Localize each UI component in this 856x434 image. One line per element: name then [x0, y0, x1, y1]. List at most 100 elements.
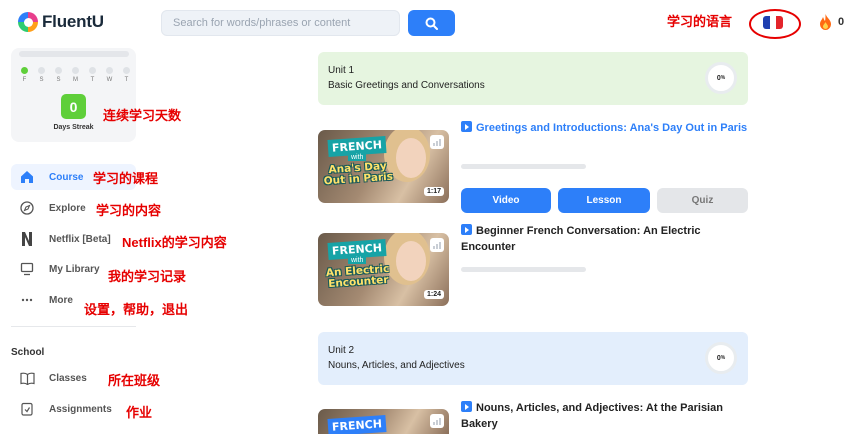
thumbnail-person [396, 241, 426, 281]
streak-dot-active [21, 67, 28, 74]
lesson-progress-bar [461, 164, 586, 169]
fluentu-logo[interactable]: FluentU [18, 12, 104, 32]
video-duration: 1:17 [423, 187, 444, 196]
lesson-title-link[interactable]: Greetings and Introductions: Ana's Day O… [461, 120, 751, 136]
more-dots-icon [19, 292, 35, 308]
thumbnail-person [396, 138, 426, 178]
streak-dot [72, 67, 79, 74]
lesson-progress-bar [461, 267, 586, 272]
home-icon [19, 169, 35, 185]
play-icon [461, 121, 472, 132]
lesson-thumbnail[interactable]: FRENCH with Ana's Day Out in Paris 1:17 [318, 130, 449, 203]
unit-progress-unit: % [720, 355, 726, 361]
unit-number: Unit 1 [328, 65, 355, 76]
video-button[interactable]: Video [461, 188, 551, 213]
quiz-button[interactable]: Quiz [657, 188, 748, 213]
thumbnail-title: An Electric Encounter [325, 262, 390, 291]
streak-dot [38, 67, 45, 74]
nav-item-netflix[interactable]: Netflix [Beta] [11, 226, 136, 252]
difficulty-bars-icon [430, 135, 444, 149]
streak-card: F S S M T W T 0 Days Streak [11, 48, 136, 142]
search-button[interactable] [408, 10, 455, 36]
assignment-icon [19, 401, 35, 417]
lesson-title-link[interactable]: Nouns, Articles, and Adjectives: At the … [461, 400, 751, 432]
school-heading: School [11, 347, 45, 358]
logo-text: FluentU [42, 12, 104, 31]
streak-day: W [106, 67, 113, 83]
annotation-streak: 连续学习天数 [103, 108, 182, 123]
lesson-title-text: Beginner French Conversation: An Electri… [461, 225, 701, 253]
streak-day: M [72, 67, 79, 83]
header-streak[interactable]: 0 [819, 14, 844, 30]
search-box [161, 10, 400, 36]
streak-day: T [89, 67, 96, 83]
thumbnail-title: Ana's Day Out in Paris [323, 160, 394, 188]
annotation-more: 设置，帮助，退出 [84, 302, 189, 317]
annotation-course: 学习的课程 [93, 171, 159, 186]
annotation-library: 我的学习记录 [108, 269, 187, 284]
search-input[interactable] [162, 11, 399, 35]
lesson-thumbnail[interactable]: FRENCH [318, 409, 449, 434]
lesson-title-text: Nouns, Articles, and Adjectives: At the … [461, 402, 723, 430]
annotation-explore: 学习的内容 [96, 203, 162, 218]
nav-item-label: Netflix [Beta] [49, 233, 111, 245]
day-label: T [124, 77, 129, 83]
header-streak-count: 0 [838, 16, 845, 28]
thumbnail-with: with [348, 154, 367, 161]
day-label: W [106, 77, 113, 83]
compass-icon [19, 200, 35, 216]
streak-day: S [55, 67, 62, 83]
play-icon [461, 401, 472, 412]
streak-days: F S S M T W T [21, 67, 130, 83]
unit-card[interactable]: Unit 1 Basic Greetings and Conversations… [318, 52, 748, 105]
sidebar-divider [11, 326, 136, 327]
thumbnail-with: with [348, 257, 367, 264]
lesson-title-link[interactable]: Beginner French Conversation: An Electri… [461, 223, 751, 255]
day-label: S [39, 77, 44, 83]
streak-bar [19, 51, 129, 57]
nav-item-label: Classes [49, 372, 87, 384]
unit-number: Unit 2 [328, 345, 355, 356]
monitor-icon [19, 261, 35, 277]
lesson-button[interactable]: Lesson [558, 188, 650, 213]
search-icon [425, 17, 438, 30]
day-label: F [22, 77, 27, 83]
nav-item-assignments[interactable]: Assignments [11, 396, 136, 422]
unit-title: Nouns, Articles, and Adjectives [328, 360, 465, 371]
day-label: M [73, 77, 78, 83]
streak-dot [106, 67, 113, 74]
unit-progress-ring: 0% [705, 342, 737, 374]
unit-progress-unit: % [720, 75, 726, 81]
annotation-language: 学习的语言 [667, 14, 733, 29]
difficulty-bars-icon [430, 238, 444, 252]
fluentu-logo-icon [18, 12, 38, 32]
book-icon [19, 370, 35, 386]
streak-dot [123, 67, 130, 74]
unit-title: Basic Greetings and Conversations [328, 80, 485, 91]
unit-card[interactable]: Unit 2 Nouns, Articles, and Adjectives 0… [318, 332, 748, 385]
unit-progress-ring: 0% [705, 62, 737, 94]
play-icon [461, 224, 472, 235]
annotation-netflix: Netflix的学习内容 [122, 235, 227, 250]
lesson-thumbnail[interactable]: FRENCH with An Electric Encounter 1:24 [318, 233, 449, 306]
lesson-title-text: Greetings and Introductions: Ana's Day O… [476, 122, 748, 134]
annotation-assignments: 作业 [126, 405, 153, 420]
streak-label: Days Streak [53, 124, 94, 131]
netflix-icon [19, 231, 35, 247]
thumbnail-tag: FRENCH [327, 414, 387, 434]
streak-day: T [123, 67, 130, 83]
nav-item-label: Course [49, 171, 84, 183]
day-label: T [90, 77, 95, 83]
nav-item-label: My Library [49, 263, 100, 275]
streak-dot [89, 67, 96, 74]
nav-item-label: Explore [49, 202, 86, 214]
streak-day: F [21, 67, 28, 83]
french-flag-icon[interactable] [763, 16, 783, 29]
streak-dot [55, 67, 62, 74]
streak-day: S [38, 67, 45, 83]
difficulty-bars-icon [430, 414, 444, 428]
nav-item-label: Assignments [49, 403, 112, 415]
streak-count-badge: 0 [61, 94, 86, 119]
flame-icon [820, 14, 831, 30]
nav-item-label: More [49, 294, 73, 306]
